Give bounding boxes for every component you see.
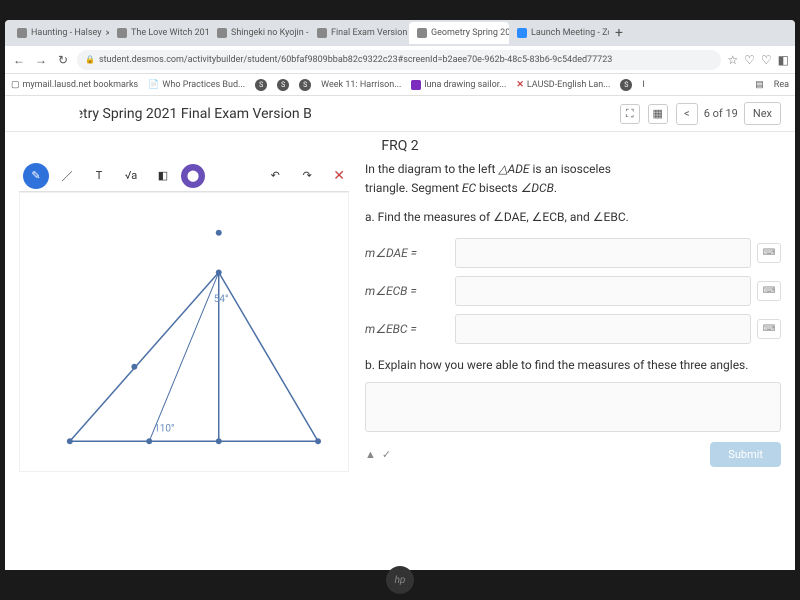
ans-input-ebc[interactable] xyxy=(455,314,751,344)
part-a-text: a. Find the measures of ∠DAE, ∠ECB, and … xyxy=(365,208,781,227)
line-tool[interactable]: ／ xyxy=(53,163,81,189)
bookmark-label: mymail.lausd.net bookmarks xyxy=(23,80,139,90)
tab-label: Final Exam Version B | xyxy=(331,28,409,38)
bookmark-item[interactable]: Week 11: Harrison... xyxy=(321,80,401,90)
address-bar: ← → ↻ 🔒 student.desmos.com/activitybuild… xyxy=(5,46,795,74)
forward-button[interactable]: → xyxy=(33,52,49,68)
prev-page-button[interactable]: < xyxy=(676,103,698,125)
next-label: Nex xyxy=(753,107,772,120)
next-page-button[interactable]: Nex xyxy=(744,102,781,125)
bookmark-item[interactable]: S xyxy=(255,79,267,91)
bookmark-label: luna drawing sailor... xyxy=(424,80,506,90)
page-indicator: 6 of 19 xyxy=(704,107,738,120)
ans-label-dae: m∠DAE = xyxy=(365,246,455,260)
keyboard-icon[interactable]: ⌨ xyxy=(757,243,781,263)
bookmark-item[interactable]: S xyxy=(299,79,311,91)
bookmark-item[interactable]: 📄Who Practices Bud... xyxy=(148,80,245,90)
reading-list-label: Rea xyxy=(774,80,789,90)
bookmark-label: I xyxy=(642,80,644,90)
url-text: student.desmos.com/activitybuilder/stude… xyxy=(99,55,612,65)
favicon xyxy=(317,28,327,38)
bookmark-label: LAUSD-English Lan... xyxy=(527,80,610,90)
pen-tool[interactable]: ✎ xyxy=(23,163,49,189)
tab-label: Geometry Spring 2021 xyxy=(431,28,509,38)
favicon xyxy=(417,28,427,38)
tab-2[interactable]: Shingeki no Kyojin - B...× xyxy=(209,22,309,44)
bookmarks-bar: ▢mymail.lausd.net bookmarks 📄Who Practic… xyxy=(5,74,795,96)
bookmark-item[interactable]: S xyxy=(620,79,632,91)
lock-icon: 🔒 xyxy=(85,55,95,64)
doc-icon: 📄 xyxy=(148,80,159,90)
ans-label-ecb: m∠ECB = xyxy=(365,284,455,298)
prompt-text: In the diagram to the left △ADE is an is… xyxy=(365,160,781,198)
hp-logo: hp xyxy=(386,566,414,594)
question-panel: In the diagram to the left △ADE is an is… xyxy=(365,160,781,472)
calc-icon[interactable]: ▦ xyxy=(648,104,668,124)
tab-label: Shingeki no Kyojin - B... xyxy=(231,28,309,38)
eraser-tool[interactable]: ◧ xyxy=(149,163,177,189)
keyboard-icon[interactable]: ⌨ xyxy=(757,281,781,301)
favicon xyxy=(117,28,127,38)
favicon xyxy=(517,28,527,38)
ext-icon[interactable]: ◧ xyxy=(778,53,789,67)
bookmark-item[interactable]: ▢mymail.lausd.net bookmarks xyxy=(11,80,138,90)
tab-0[interactable]: Haunting - Halsey× xyxy=(9,22,109,44)
explain-input[interactable] xyxy=(365,382,781,432)
favicon xyxy=(217,28,227,38)
submit-label: Submit xyxy=(728,448,763,461)
bookmark-label: Who Practices Bud... xyxy=(162,80,245,90)
ans-input-dae[interactable] xyxy=(455,238,751,268)
tab-3[interactable]: Final Exam Version B |× xyxy=(309,22,409,44)
tab-label: Launch Meeting - Zoom xyxy=(531,28,609,38)
angle-110: 110° xyxy=(154,423,175,434)
x-icon: ✕ xyxy=(516,80,524,90)
redo-button[interactable]: ↷ xyxy=(293,163,321,189)
ans-input-ecb[interactable] xyxy=(455,276,751,306)
favicon xyxy=(17,28,27,38)
tab-label: The Love Witch 2016 F... xyxy=(131,28,209,38)
check-icon[interactable]: ✓ xyxy=(382,448,391,461)
angle-54: 54° xyxy=(214,294,229,305)
ans-label-ebc: m∠EBC = xyxy=(365,322,455,336)
tab-4[interactable]: Geometry Spring 2021× xyxy=(409,22,509,44)
bookmark-item[interactable]: ✕LAUSD-English Lan... xyxy=(516,80,610,90)
browser-tabstrip: Haunting - Halsey× The Love Witch 2016 F… xyxy=(5,20,795,46)
new-tab-button[interactable]: + xyxy=(609,25,629,41)
canvas-toolbar: ✎ ／ T √a ◧ ⬤ ↶ ↷ ✕ xyxy=(19,160,349,192)
undo-button[interactable]: ↶ xyxy=(261,163,289,189)
expand-icon[interactable]: ⛶ xyxy=(620,104,640,124)
url-field[interactable]: 🔒 student.desmos.com/activitybuilder/stu… xyxy=(77,50,721,70)
submit-button[interactable]: Submit xyxy=(710,442,781,467)
image-icon[interactable]: ▲ xyxy=(365,448,376,461)
redaction-overlay xyxy=(10,106,80,124)
tab-label: Haunting - Halsey xyxy=(31,28,101,38)
frq-title: FRQ 2 xyxy=(5,132,795,160)
star-icon[interactable]: ☆ xyxy=(727,53,738,67)
keyboard-icon[interactable]: ⌨ xyxy=(757,319,781,339)
folder-icon: ▢ xyxy=(11,80,20,90)
text-tool[interactable]: T xyxy=(85,163,113,189)
clear-button[interactable]: ✕ xyxy=(333,168,345,184)
bookmark-label: Week 11: Harrison... xyxy=(321,80,401,90)
tab-1[interactable]: The Love Witch 2016 F...× xyxy=(109,22,209,44)
heart-icon-2[interactable]: ♡ xyxy=(761,53,772,67)
heart-icon[interactable]: ♡ xyxy=(744,53,755,67)
activity-header: ≡ Geometry Spring 2021 Final Exam Versio… xyxy=(5,96,795,132)
part-b-text: b. Explain how you were able to find the… xyxy=(365,356,781,374)
yahoo-icon xyxy=(411,80,421,90)
back-button[interactable]: ← xyxy=(11,52,27,68)
bookmark-item[interactable]: luna drawing sailor... xyxy=(411,80,506,90)
diagram-canvas[interactable]: 54° 110° xyxy=(19,192,349,472)
bookmark-item[interactable]: S xyxy=(277,79,289,91)
reading-list-icon[interactable]: ▤ xyxy=(755,80,764,90)
tab-5[interactable]: Launch Meeting - Zoom× xyxy=(509,22,609,44)
reload-button[interactable]: ↻ xyxy=(55,52,71,68)
math-tool[interactable]: √a xyxy=(117,163,145,189)
color-tool[interactable]: ⬤ xyxy=(181,164,205,188)
